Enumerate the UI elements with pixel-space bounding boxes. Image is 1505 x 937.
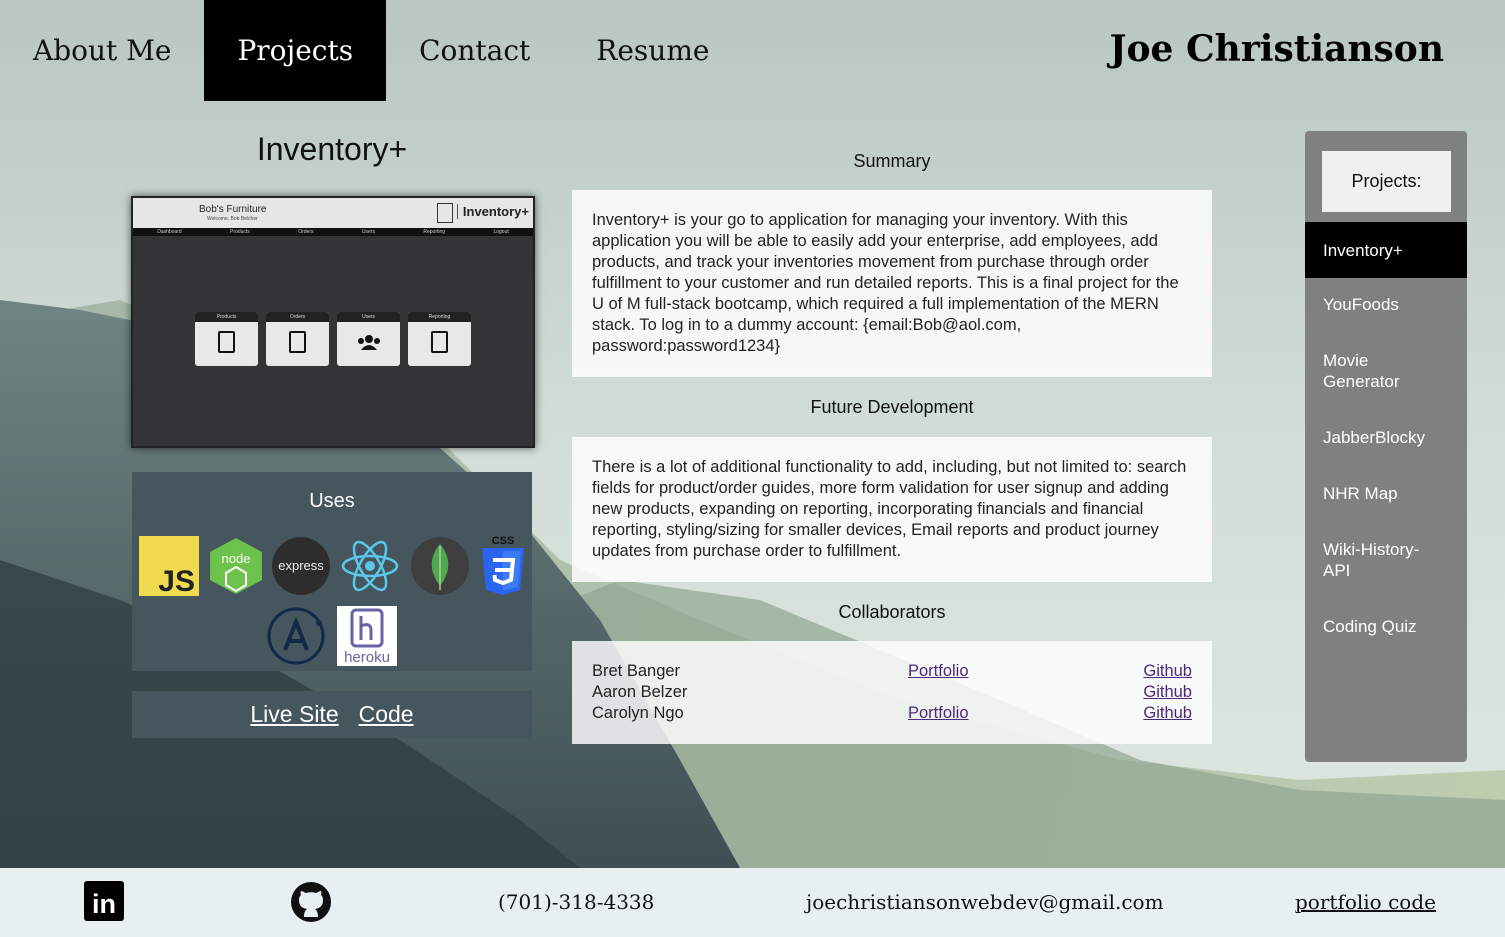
sidebar-item-jabberblocky[interactable]: JabberBlocky	[1305, 427, 1467, 448]
future-panel: There is a lot of additional functionali…	[572, 437, 1212, 582]
mongodb-logo-icon	[410, 536, 470, 596]
github-icon[interactable]	[290, 881, 332, 927]
nav-projects[interactable]: Projects	[204, 0, 387, 101]
sidebar-item-coding-quiz[interactable]: Coding Quiz	[1305, 616, 1467, 637]
portfolio-code-link[interactable]: portfolio code	[1295, 890, 1436, 914]
screenshot-card-label: Reporting	[408, 312, 471, 322]
screenshot-company: Bob's Furniture	[199, 204, 267, 215]
screenshot-card: Products	[195, 312, 258, 366]
collaborator-row: Carolyn Ngo Portfolio Github	[592, 703, 1192, 724]
express-logo-text: express	[278, 558, 324, 573]
site-title: Joe Christianson	[1109, 28, 1444, 70]
collaborator-github-link[interactable]: Github	[1143, 703, 1192, 724]
sidebar-item-youfoods[interactable]: YouFoods	[1305, 294, 1467, 315]
javascript-logo-text: JS	[158, 565, 195, 596]
screenshot-card: Orders	[266, 312, 329, 366]
css3-logo-icon: CSS	[473, 532, 533, 595]
react-logo-icon	[340, 536, 400, 596]
users-icon	[357, 334, 380, 356]
screenshot-header: Bob's Furniture Welcome, Bob Belcher Inv…	[133, 198, 533, 228]
collaborator-name: Bret Banger	[592, 662, 681, 680]
project-screenshot: Bob's Furniture Welcome, Bob Belcher Inv…	[131, 196, 535, 448]
uses-panel: Uses JS node express CSS heroku	[132, 472, 532, 671]
uses-title: Uses	[309, 490, 355, 512]
collaborator-github-link[interactable]: Github	[1143, 661, 1192, 682]
footer: in (701)-318-4338 joechristiansonwebdev@…	[0, 868, 1505, 937]
main-nav: About Me Projects Contact Resume	[0, 0, 742, 101]
heroku-logo-icon: heroku	[337, 606, 397, 666]
screenshot-card: Reporting	[408, 312, 471, 366]
screenshot-menu: Dashboard Products Orders Users Reportin…	[133, 228, 533, 236]
nodejs-logo-text: node	[222, 551, 251, 566]
orders-icon	[289, 331, 306, 353]
nav-contact[interactable]: Contact	[386, 0, 563, 101]
screenshot-cards: Products Orders Users Reporting	[195, 312, 471, 366]
css3-logo-text: CSS	[492, 535, 515, 547]
collaborators-heading: Collaborators	[838, 602, 946, 622]
summary-panel: Inventory+ is your go to application for…	[572, 190, 1212, 377]
nav-resume[interactable]: Resume	[563, 0, 742, 101]
screenshot-card-label: Products	[195, 312, 258, 322]
javascript-logo-icon: JS	[139, 536, 199, 598]
collaborator-name: Carolyn Ngo	[592, 704, 684, 722]
live-site-link[interactable]: Live Site	[250, 701, 338, 728]
screenshot-menu-item: Reporting	[423, 229, 446, 235]
screenshot-card-label: Orders	[266, 312, 329, 322]
sidebar-heading: Projects:	[1322, 151, 1451, 212]
screenshot-menu-item: Orders	[298, 229, 314, 235]
footer-email: joechristiansonwebdev@gmail.com	[806, 890, 1164, 914]
screenshot-menu-item: Users	[361, 229, 375, 235]
collaborator-github-link[interactable]: Github	[1143, 682, 1192, 703]
screenshot-brand: Inventory+	[456, 204, 529, 219]
express-logo-icon: express	[271, 536, 331, 596]
summary-text: Inventory+ is your go to application for…	[592, 211, 1179, 355]
future-text: There is a lot of additional functionali…	[592, 458, 1187, 560]
screenshot-card-label: Users	[337, 312, 400, 322]
collaborator-row: Bret Banger Portfolio Github	[592, 661, 1192, 682]
linkedin-icon-text: in	[92, 889, 116, 919]
project-title: Inventory+	[256, 131, 408, 167]
sidebar-item-movie-generator[interactable]: Movie Generator	[1305, 350, 1425, 392]
sidebar-item-wiki-history-api[interactable]: Wiki-History-API	[1305, 539, 1440, 581]
collaborator-portfolio-link[interactable]: Portfolio	[908, 661, 969, 682]
sidebar-item-nhr-map[interactable]: NHR Map	[1305, 483, 1467, 504]
sidebar-item-inventory-plus[interactable]: Inventory+	[1305, 222, 1467, 278]
nav-about-me[interactable]: About Me	[0, 0, 204, 101]
future-heading: Future Development	[810, 397, 974, 417]
screenshot-menu-item: Dashboard	[157, 229, 182, 235]
project-links-bar: Live Site Code	[132, 691, 532, 738]
collaborator-portfolio-link[interactable]: Portfolio	[908, 703, 969, 724]
footer-phone: (701)-318-4338	[498, 890, 655, 914]
apollo-logo-icon	[266, 606, 326, 666]
projects-sidebar: Projects: Inventory+ YouFoods Movie Gene…	[1305, 131, 1467, 762]
collaborator-row: Aaron Belzer Github	[592, 682, 1192, 703]
screenshot-card: Users	[337, 312, 400, 366]
building-icon	[437, 203, 453, 223]
collaborator-name: Aaron Belzer	[592, 683, 688, 701]
screenshot-menu-item: Products	[230, 229, 250, 235]
linkedin-icon[interactable]: in	[84, 881, 124, 925]
collaborators-panel: Bret Banger Portfolio Github Aaron Belze…	[572, 641, 1212, 744]
products-icon	[218, 331, 235, 353]
nodejs-logo-icon: node	[206, 536, 266, 596]
summary-heading: Summary	[853, 151, 931, 171]
code-link[interactable]: Code	[359, 701, 414, 728]
reporting-icon	[431, 331, 448, 353]
heroku-logo-text: heroku	[344, 649, 390, 666]
screenshot-welcome: Welcome, Bob Belcher	[207, 216, 258, 222]
screenshot-menu-item: Logout	[493, 229, 509, 235]
